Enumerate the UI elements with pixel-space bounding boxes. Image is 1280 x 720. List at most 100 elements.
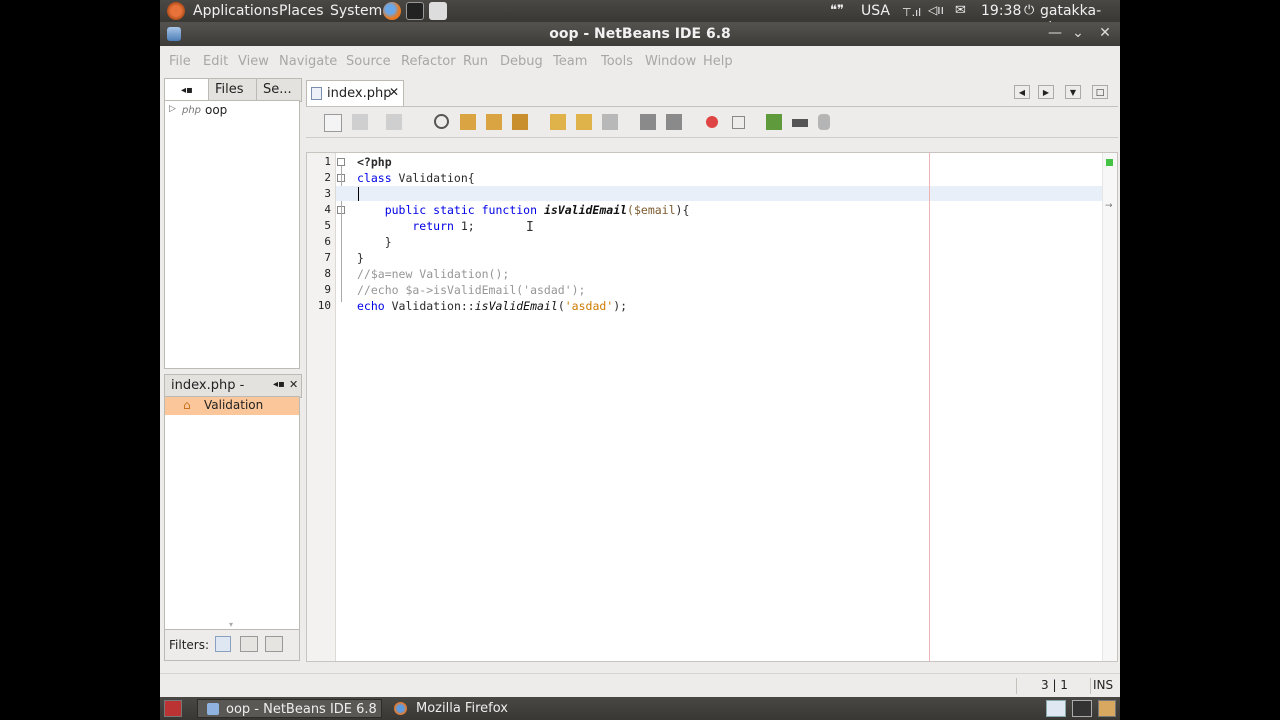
comment-icon[interactable] xyxy=(766,114,782,130)
line-number: 10 xyxy=(317,299,331,312)
menu-file[interactable]: File xyxy=(169,54,191,69)
shift-right-icon[interactable] xyxy=(666,114,682,130)
clock[interactable]: 19:38 xyxy=(981,3,1021,19)
filter-fields-icon[interactable] xyxy=(215,636,231,652)
caret-marker-icon: → xyxy=(1105,201,1113,211)
expand-arrow-icon[interactable]: ▷ xyxy=(169,104,176,114)
code-line-8: //$a=new Validation(); xyxy=(357,267,510,281)
find-previous-icon[interactable] xyxy=(460,114,476,130)
filter-static-icon[interactable] xyxy=(265,636,283,652)
minimize-panel-icon[interactable]: ◂▪ xyxy=(273,379,285,390)
places-menu[interactable]: Places xyxy=(279,3,324,19)
terminal-launcher-icon[interactable] xyxy=(406,2,424,20)
maximize-icon[interactable]: ⌄ xyxy=(1069,25,1087,41)
menu-edit[interactable]: Edit xyxy=(203,54,228,69)
trash-icon[interactable] xyxy=(1098,700,1116,717)
chat-status-icon[interactable]: ❝❞ xyxy=(830,3,844,18)
maximize-editor-icon[interactable]: □ xyxy=(1092,85,1108,99)
code-line-7: } xyxy=(357,251,364,265)
navigator-panel: ⌂ Validation ▾ xyxy=(164,396,300,630)
editor-tabbar: index.php ✕ ◀ ▶ ▼ □ xyxy=(306,78,1118,107)
next-bookmark-icon[interactable] xyxy=(576,114,592,130)
nav-item-validation[interactable]: ⌂ Validation xyxy=(165,397,299,415)
uncomment-icon[interactable] xyxy=(792,119,808,127)
last-edit-icon[interactable] xyxy=(324,114,342,132)
workspace-1-icon[interactable] xyxy=(1046,700,1066,717)
navigator-title[interactable]: index.php - N... xyxy=(165,375,265,415)
task-firefox[interactable]: Mozilla Firefox xyxy=(388,699,538,718)
projects-tabstrip: ◂▪ ✕ Files Se... xyxy=(164,78,302,119)
mail-icon[interactable]: ✉ xyxy=(955,3,966,18)
window-titlebar[interactable]: oop - NetBeans IDE 6.8 — ⌄ ✕ xyxy=(160,22,1120,46)
code-editor[interactable]: 1 2 3 4 5 6 7 8 9 10 <?php class Validat… xyxy=(306,152,1118,662)
close-tab-icon[interactable]: ✕ xyxy=(289,378,298,391)
code-token: ){ xyxy=(675,203,690,217)
keyboard-layout[interactable]: USA xyxy=(861,3,890,19)
netbeans-task-icon xyxy=(207,703,219,715)
close-tab-icon[interactable]: ✕ xyxy=(389,85,399,99)
status-divider xyxy=(1090,678,1091,694)
code-line-5: return 1; xyxy=(357,219,474,233)
task-netbeans[interactable]: oop - NetBeans IDE 6.8 xyxy=(197,699,382,718)
fold-toggle-icon[interactable] xyxy=(337,158,345,166)
menu-debug[interactable]: Debug xyxy=(500,54,543,69)
toggle-bookmark-icon[interactable] xyxy=(602,114,618,130)
database-icon[interactable] xyxy=(818,114,830,130)
volume-icon[interactable]: ◁ıı xyxy=(928,3,944,17)
start-macro-icon[interactable] xyxy=(706,116,718,128)
back-icon[interactable] xyxy=(352,114,368,130)
menu-help[interactable]: Help xyxy=(703,54,733,69)
line-number: 8 xyxy=(324,267,331,280)
ubuntu-logo-icon[interactable] xyxy=(167,2,185,20)
applications-menu[interactable]: Applications xyxy=(193,3,279,19)
task-label: oop - NetBeans IDE 6.8 xyxy=(226,702,377,717)
shift-left-icon[interactable] xyxy=(640,114,656,130)
menu-run[interactable]: Run xyxy=(463,54,488,69)
no-errors-icon[interactable] xyxy=(1106,159,1113,166)
show-opened-documents-icon[interactable]: ▼ xyxy=(1065,85,1081,99)
scroll-tabs-right-icon[interactable]: ▶ xyxy=(1038,85,1054,99)
tab-files[interactable]: Files xyxy=(209,79,257,101)
menu-navigate[interactable]: Navigate xyxy=(279,54,337,69)
current-line-highlight xyxy=(336,186,1104,201)
scroll-tabs-left-icon[interactable]: ◀ xyxy=(1014,85,1030,99)
text-editor-launcher-icon[interactable] xyxy=(429,2,447,20)
power-icon[interactable]: ⏻ xyxy=(1024,3,1034,18)
insert-mode: INS xyxy=(1093,678,1114,692)
right-margin-line xyxy=(929,153,930,661)
menu-view[interactable]: View xyxy=(238,54,269,69)
firefox-launcher-icon[interactable] xyxy=(383,2,401,20)
find-selection-icon[interactable] xyxy=(512,114,528,130)
previous-bookmark-icon[interactable] xyxy=(550,114,566,130)
show-desktop-icon[interactable] xyxy=(164,700,182,717)
forward-icon[interactable] xyxy=(386,114,402,130)
filter-inherited-icon[interactable] xyxy=(240,636,258,652)
find-icon[interactable] xyxy=(434,114,449,129)
menu-tools[interactable]: Tools xyxy=(601,54,633,69)
firefox-task-icon xyxy=(394,702,407,715)
menu-source[interactable]: Source xyxy=(346,54,391,69)
minimize-panel-icon[interactable]: ◂▪ xyxy=(181,85,193,96)
code-line-10: echo Validation::isValidEmail('asdad'); xyxy=(357,299,627,313)
resize-handle-icon[interactable]: ▾ xyxy=(229,620,233,629)
code-line-6: } xyxy=(357,235,392,249)
stop-macro-icon[interactable] xyxy=(732,116,745,129)
menu-refactor[interactable]: Refactor xyxy=(401,54,456,69)
tab-index-php[interactable]: index.php ✕ xyxy=(306,80,404,106)
menu-window[interactable]: Window xyxy=(645,54,696,69)
close-window-icon[interactable]: ✕ xyxy=(1096,25,1114,41)
system-menu[interactable]: System xyxy=(330,3,382,19)
code-token: isValidEmail xyxy=(543,203,628,217)
code-token: Validation:: xyxy=(384,299,475,313)
error-stripe[interactable]: → xyxy=(1102,153,1117,661)
projects-panel: ▷ php oop xyxy=(164,100,300,369)
code-line-1: <?php xyxy=(357,155,392,169)
menu-team[interactable]: Team xyxy=(553,54,587,69)
tab-projects[interactable]: ◂▪ ✕ xyxy=(165,79,209,119)
network-icon[interactable]: ⊤.ıl xyxy=(902,6,921,19)
tab-services[interactable]: Se... xyxy=(257,79,301,101)
workspace-2-icon[interactable] xyxy=(1072,700,1092,717)
minimize-icon[interactable]: — xyxy=(1046,25,1064,41)
tree-item-oop[interactable]: oop xyxy=(205,103,227,117)
find-next-icon[interactable] xyxy=(486,114,502,130)
